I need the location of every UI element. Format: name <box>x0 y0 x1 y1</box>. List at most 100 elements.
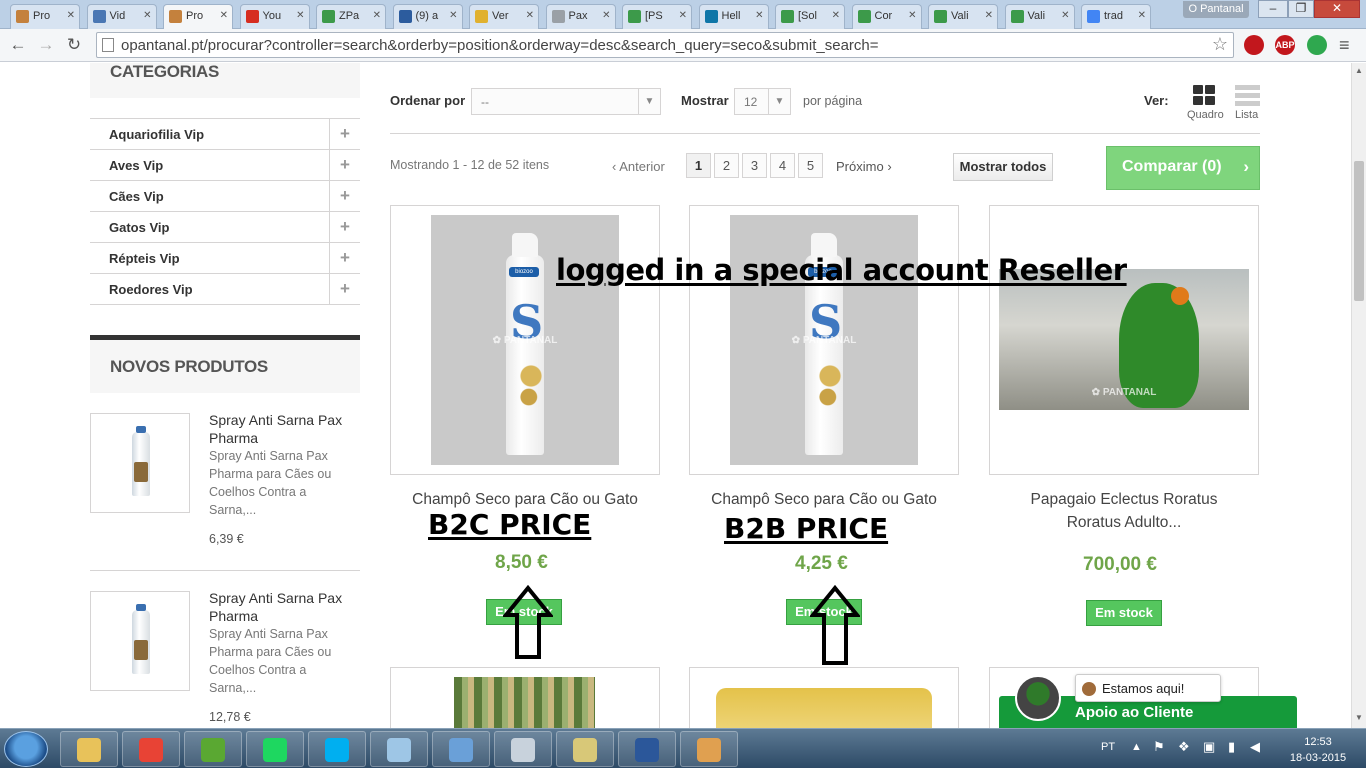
category-label[interactable]: Aves Vip <box>109 158 163 173</box>
taskbar-app-word[interactable] <box>618 731 676 767</box>
list-view-label[interactable]: Lista <box>1235 109 1258 121</box>
back-icon[interactable]: ← <box>6 34 30 56</box>
sort-select[interactable]: -- ▼ <box>471 88 661 115</box>
expand-plus-icon[interactable]: + <box>329 274 360 304</box>
expand-plus-icon[interactable]: + <box>329 150 360 180</box>
taskbar-app-chrome[interactable] <box>122 731 180 767</box>
category-item[interactable]: Roedores Vip + <box>90 274 360 305</box>
browser-tab[interactable]: [PS ✕ <box>622 4 692 29</box>
new-product-name[interactable]: Spray Anti Sarna Pax Pharma <box>209 411 359 447</box>
tab-close-icon[interactable]: ✕ <box>296 10 304 21</box>
clock[interactable]: 12:53 18-03-2015 <box>1283 734 1353 766</box>
product-image[interactable]: ✿ PANTANAL <box>999 269 1249 410</box>
category-item[interactable]: Aves Vip + <box>90 150 360 181</box>
reload-icon[interactable]: ↻ <box>62 34 86 56</box>
extension-stop-icon[interactable] <box>1244 35 1264 55</box>
new-product-image[interactable] <box>90 413 190 513</box>
tab-close-icon[interactable]: ✕ <box>755 10 763 21</box>
signal-icon[interactable]: ▮ <box>1228 739 1235 755</box>
tab-close-icon[interactable]: ✕ <box>985 10 993 21</box>
taskbar-app-paint[interactable] <box>680 731 738 767</box>
tab-close-icon[interactable]: ✕ <box>908 10 916 21</box>
network-icon[interactable]: ❖ <box>1178 739 1190 755</box>
whatsapp-extension-icon[interactable] <box>1307 35 1327 55</box>
support-avatar[interactable] <box>1015 675 1061 721</box>
product-card[interactable] <box>390 667 660 728</box>
chat-bubble[interactable]: Estamos aqui! <box>1075 674 1221 702</box>
browser-tab[interactable]: Hell ✕ <box>698 4 769 29</box>
grid-view-label[interactable]: Quadro <box>1187 109 1224 121</box>
page-link[interactable]: 5 <box>798 153 823 178</box>
list-view-icon[interactable] <box>1235 85 1260 107</box>
compare-button[interactable]: Comparar (0) › <box>1106 146 1260 190</box>
taskbar-app-explorer[interactable] <box>60 731 118 767</box>
per-page-select[interactable]: 12 ▼ <box>734 88 791 115</box>
scrollbar-thumb[interactable] <box>1354 161 1364 301</box>
browser-tab[interactable]: Pro ✕ <box>163 4 233 30</box>
expand-plus-icon[interactable]: + <box>329 181 360 211</box>
expand-plus-icon[interactable]: + <box>329 119 360 149</box>
pagination-previous[interactable]: ‹ Anterior <box>612 159 665 174</box>
tray-expand-icon[interactable]: ▲ <box>1131 741 1142 753</box>
browser-tab[interactable]: (9) a ✕ <box>392 4 463 29</box>
product-card[interactable]: biozoo S ✿ PANTANAL <box>390 205 660 475</box>
tab-close-icon[interactable]: ✕ <box>1138 10 1146 21</box>
browser-tab[interactable]: ZPa ✕ <box>316 4 386 29</box>
page-link[interactable]: 4 <box>770 153 795 178</box>
product-name[interactable]: Champô Seco para Cão ou Gato <box>689 488 959 511</box>
page-link[interactable]: 2 <box>714 153 739 178</box>
page-scrollbar[interactable]: ▲ ▼ <box>1351 63 1366 728</box>
scroll-up-icon[interactable]: ▲ <box>1355 66 1363 75</box>
category-label[interactable]: Répteis Vip <box>109 251 180 266</box>
category-label[interactable]: Roedores Vip <box>109 282 193 297</box>
taskbar-app-skype[interactable] <box>308 731 366 767</box>
browser-tab[interactable]: Vali ✕ <box>928 4 998 29</box>
page-link[interactable]: 3 <box>742 153 767 178</box>
taskbar-app-camera[interactable] <box>556 731 614 767</box>
category-label[interactable]: Aquariofilia Vip <box>109 127 204 142</box>
page-link[interactable]: 1 <box>686 153 711 178</box>
tab-close-icon[interactable]: ✕ <box>1061 10 1069 21</box>
flag-icon[interactable]: ⚑ <box>1153 739 1165 755</box>
volume-icon[interactable]: ◀ <box>1250 739 1260 755</box>
pagination-next[interactable]: Próximo › <box>836 159 892 174</box>
category-label[interactable]: Cães Vip <box>109 189 164 204</box>
browser-tab[interactable]: Pro ✕ <box>10 4 80 29</box>
tab-close-icon[interactable]: ✕ <box>449 10 457 21</box>
browser-tab[interactable]: Vid ✕ <box>86 4 157 29</box>
browser-tab[interactable]: Vali ✕ <box>1004 4 1075 29</box>
taskbar-app-notepad[interactable] <box>370 731 428 767</box>
tab-close-icon[interactable]: ✕ <box>67 10 75 21</box>
taskbar-app-spotify[interactable] <box>246 731 304 767</box>
browser-tab[interactable]: Pax ✕ <box>545 4 616 29</box>
bookmark-star-icon[interactable]: ☆ <box>1212 34 1228 55</box>
adblock-plus-icon[interactable]: ABP <box>1275 35 1295 55</box>
product-name[interactable]: Papagaio Eclectus Roratus Roratus Adulto… <box>1010 488 1238 534</box>
product-card[interactable]: biozoo S ✿ PANTANAL <box>689 205 959 475</box>
maximize-button[interactable]: ❐ <box>1288 0 1314 18</box>
tab-close-icon[interactable]: ✕ <box>832 10 840 21</box>
taskbar-app-calculator[interactable] <box>494 731 552 767</box>
tab-close-icon[interactable]: ✕ <box>679 10 687 21</box>
browser-tab[interactable]: trad ✕ <box>1081 4 1151 29</box>
tab-close-icon[interactable]: ✕ <box>143 10 151 21</box>
expand-plus-icon[interactable]: + <box>329 212 360 242</box>
browser-tab[interactable]: [Sol ✕ <box>775 4 845 29</box>
show-all-button[interactable]: Mostrar todos <box>953 153 1053 181</box>
category-item[interactable]: Cães Vip + <box>90 181 360 212</box>
product-card[interactable]: ✿ PANTANAL <box>989 205 1259 475</box>
taskbar-app-photos[interactable] <box>432 731 490 767</box>
category-item[interactable]: Gatos Vip + <box>90 212 360 243</box>
new-product-image[interactable] <box>90 591 190 691</box>
scroll-down-icon[interactable]: ▼ <box>1355 713 1363 722</box>
product-image[interactable] <box>716 688 932 728</box>
tab-close-icon[interactable]: ✕ <box>526 10 534 21</box>
product-image[interactable] <box>454 677 595 728</box>
category-item[interactable]: Répteis Vip + <box>90 243 360 274</box>
taskbar-app-utorrent[interactable] <box>184 731 242 767</box>
antivirus-icon[interactable]: ▣ <box>1203 739 1215 755</box>
language-indicator[interactable]: PT <box>1101 741 1115 753</box>
browser-tab[interactable]: You ✕ <box>239 4 310 29</box>
chrome-menu-icon[interactable]: ≡ <box>1339 35 1350 56</box>
address-bar[interactable]: opantanal.pt/procurar?controller=search&… <box>96 32 1234 58</box>
